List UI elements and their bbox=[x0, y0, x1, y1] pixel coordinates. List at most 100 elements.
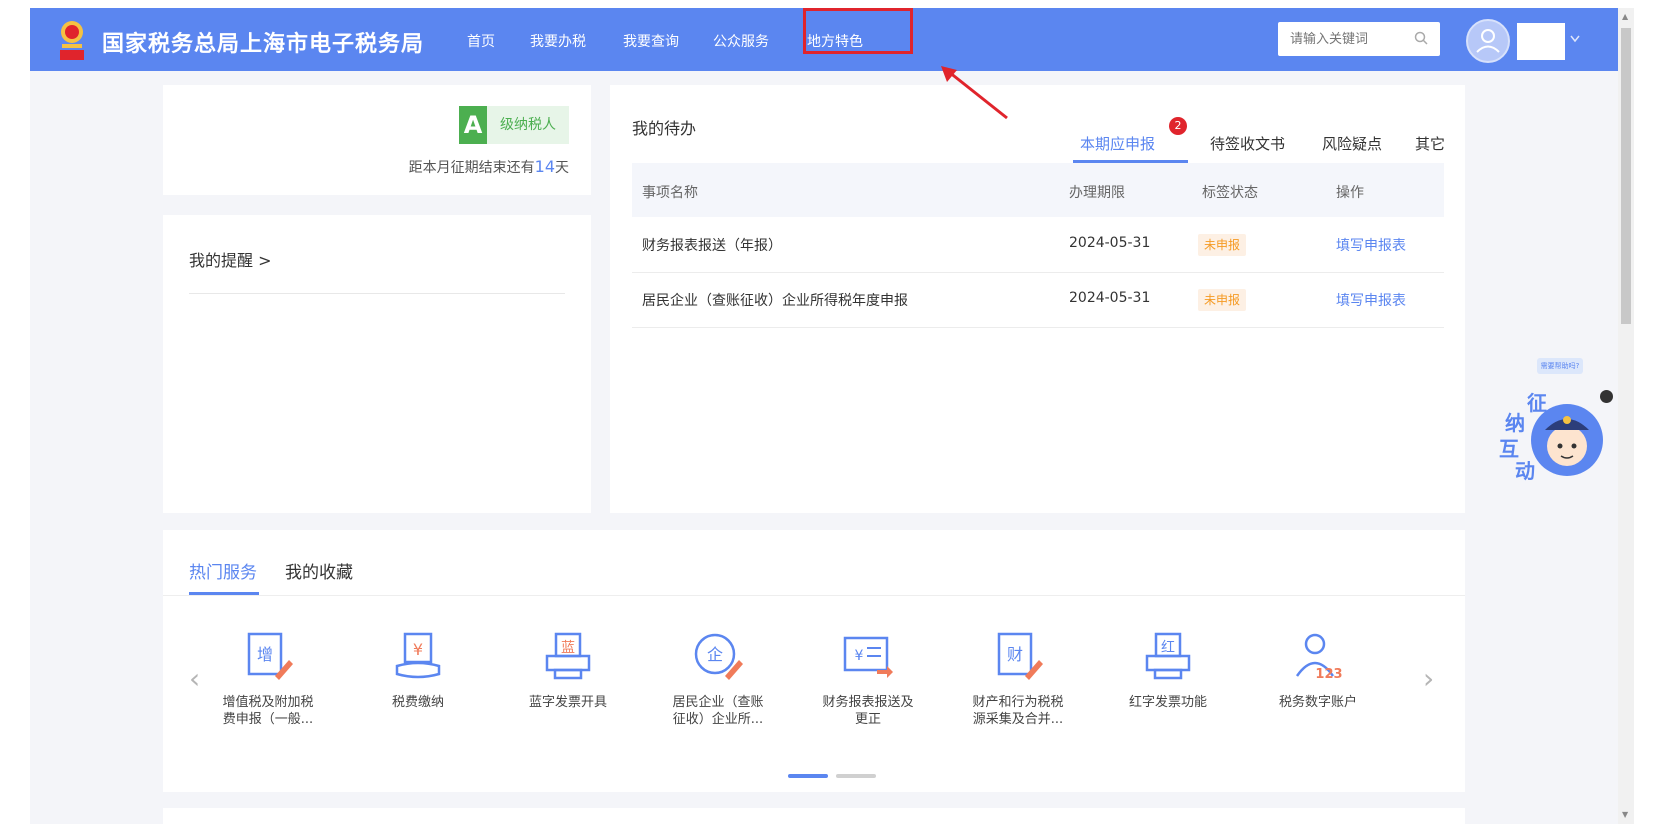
user-name-box[interactable] bbox=[1517, 23, 1565, 60]
fill-declaration-link[interactable]: 填写申报表 bbox=[1336, 290, 1406, 310]
icon-glyph: 企 bbox=[707, 645, 723, 664]
service-label: 税费缴纳 bbox=[391, 695, 444, 710]
service-label: 税务数字账户 bbox=[1278, 695, 1357, 710]
service-property-tax[interactable]: 财 财产和行为税税 源采集及合并... bbox=[953, 630, 1083, 728]
item-deadline: 2024-05-31 bbox=[1069, 235, 1151, 251]
red-invoice-icon: 红 bbox=[1145, 632, 1191, 680]
blue-invoice-icon: 蓝 bbox=[545, 632, 591, 680]
grade-label: 级纳税人 bbox=[487, 106, 569, 144]
financial-report-icon: ¥ bbox=[843, 636, 893, 678]
next-section-card bbox=[163, 808, 1465, 824]
countdown-prefix: 距本月征期结束还有 bbox=[408, 160, 535, 176]
item-deadline: 2024-05-31 bbox=[1069, 290, 1151, 306]
nav-public-service[interactable]: 公众服务 bbox=[713, 31, 769, 51]
deadline-countdown: 距本月征期结束还有14天 bbox=[409, 157, 569, 177]
chevron-down-icon[interactable] bbox=[1570, 35, 1580, 43]
search-input[interactable] bbox=[1288, 22, 1412, 56]
tab-pending-documents[interactable]: 待签收文书 bbox=[1210, 133, 1285, 154]
my-reminders-card: 我的提醒 > bbox=[163, 215, 591, 513]
carousel-next-button[interactable]: › bbox=[1423, 662, 1434, 695]
assistant-char: 征 bbox=[1527, 391, 1547, 415]
status-badge: 未申报 bbox=[1198, 289, 1247, 311]
service-financial-report[interactable]: ¥ 财务报表报送及 更正 bbox=[803, 630, 933, 728]
search-box[interactable] bbox=[1278, 22, 1440, 56]
tab-my-favorites[interactable]: 我的收藏 bbox=[285, 558, 353, 583]
nav-handle-tax[interactable]: 我要办税 bbox=[530, 31, 586, 51]
service-red-invoice[interactable]: 红 红字发票功能 bbox=[1103, 630, 1233, 711]
icon-glyph: 123 bbox=[1315, 667, 1342, 682]
column-header: 办理期限 bbox=[1069, 185, 1125, 201]
item-name: 居民企业（查账征收）企业所得税年度申报 bbox=[642, 293, 908, 309]
service-vat-return[interactable]: 增 增值税及附加税 费申报（一般... bbox=[203, 630, 333, 728]
scroll-down-icon[interactable]: ▼ bbox=[1622, 810, 1628, 819]
carousel-dot-active[interactable] bbox=[788, 774, 828, 778]
service-label: 财务报表报送及 更正 bbox=[822, 695, 914, 727]
reminders-link[interactable]: 我的提醒 > bbox=[189, 247, 272, 271]
user-avatar[interactable] bbox=[1466, 19, 1510, 63]
countdown-days: 14 bbox=[534, 157, 555, 176]
divider bbox=[189, 293, 565, 294]
nav-home[interactable]: 首页 bbox=[467, 31, 495, 51]
service-digital-account[interactable]: 123 税务数字账户 bbox=[1253, 630, 1383, 711]
vat-return-icon: 增 bbox=[247, 632, 293, 680]
grade-letter: A bbox=[459, 106, 487, 144]
column-header: 标签状态 bbox=[1202, 185, 1258, 201]
carousel-prev-button[interactable]: ‹ bbox=[189, 662, 200, 695]
vertical-scrollbar[interactable]: ▲ ▼ bbox=[1618, 8, 1634, 824]
service-blue-invoice[interactable]: 蓝 蓝字发票开具 bbox=[503, 630, 633, 711]
icon-glyph: 蓝 bbox=[561, 640, 575, 656]
table-row: 财务报表报送（年报） 2024-05-31 未申报 填写申报表 bbox=[632, 217, 1444, 273]
my-todo-card: 我的待办 本期应申报 2 待签收文书 风险疑点 其它 事项名称 办理期限 标签状… bbox=[610, 85, 1465, 513]
todo-title: 我的待办 bbox=[632, 119, 697, 138]
icon-glyph: 增 bbox=[257, 645, 273, 664]
scrollbar-thumb[interactable] bbox=[1621, 28, 1631, 324]
countdown-suffix: 天 bbox=[555, 160, 569, 176]
page-viewport: 国家税务总局上海市电子税务局 首页 我要办税 我要查询 公众服务 地方特色 A … bbox=[30, 8, 1618, 824]
fill-declaration-link[interactable]: 填写申报表 bbox=[1336, 235, 1406, 255]
table-header: 事项名称 办理期限 标签状态 操作 bbox=[632, 163, 1444, 217]
assistant-char: 动 bbox=[1515, 459, 1535, 483]
tax-officer-mascot-icon: 纳 征 互 动 bbox=[1499, 391, 1603, 483]
annotation-arrow-icon bbox=[941, 66, 1008, 120]
tax-payment-icon: ¥ bbox=[395, 632, 441, 679]
search-icon[interactable] bbox=[1414, 31, 1428, 45]
tab-hot-services[interactable]: 热门服务 bbox=[189, 558, 257, 583]
site-title: 国家税务总局上海市电子税务局 bbox=[102, 32, 425, 57]
service-enterprise-income-tax[interactable]: 企 居民企业（查账 征收）企业所... bbox=[653, 630, 783, 728]
service-label: 居民企业（查账 征收）企业所... bbox=[672, 695, 764, 727]
service-label: 蓝字发票开具 bbox=[528, 695, 607, 710]
services-card: 热门服务 我的收藏 ‹ › 增 增值税及附加税费申报（一般... ¥ 税费缴纳 bbox=[163, 530, 1465, 792]
service-label: 红字发票功能 bbox=[1128, 695, 1207, 710]
notification-badge: 2 bbox=[1169, 117, 1187, 135]
tab-other[interactable]: 其它 bbox=[1415, 133, 1445, 154]
icon-glyph: ¥ bbox=[413, 640, 423, 659]
close-icon[interactable] bbox=[1600, 390, 1613, 403]
highlight-box bbox=[803, 8, 913, 54]
assistant-char: 纳 bbox=[1505, 411, 1525, 435]
item-name: 财务报表报送（年报） bbox=[642, 238, 782, 254]
icon-glyph: 财 bbox=[1007, 645, 1023, 664]
assistant-widget[interactable]: 需要帮助吗? 纳 征 互 动 bbox=[1497, 358, 1609, 498]
carousel-dot[interactable] bbox=[836, 774, 876, 778]
assistant-char: 互 bbox=[1499, 437, 1519, 461]
status-badge: 未申报 bbox=[1198, 234, 1247, 256]
icon-glyph: ¥ bbox=[855, 648, 864, 664]
icon-glyph: 红 bbox=[1161, 640, 1175, 656]
service-label: 财产和行为税税 源采集及合并... bbox=[972, 695, 1064, 727]
divider bbox=[163, 595, 1465, 596]
tab-current-declaration[interactable]: 本期应申报 bbox=[1080, 133, 1155, 154]
digital-account-icon: 123 bbox=[1295, 633, 1343, 682]
taxpayer-grade-card: A 级纳税人 距本月征期结束还有14天 bbox=[163, 85, 591, 195]
table-row: 居民企业（查账征收）企业所得税年度申报 2024-05-31 未申报 填写申报表 bbox=[632, 272, 1444, 328]
tax-emblem-logo bbox=[60, 21, 84, 60]
service-label: 增值税及附加税 费申报（一般... bbox=[222, 695, 314, 727]
service-tax-payment[interactable]: ¥ 税费缴纳 bbox=[353, 630, 483, 711]
enterprise-tax-icon: 企 bbox=[694, 633, 743, 680]
tab-risk-points[interactable]: 风险疑点 bbox=[1322, 133, 1382, 154]
scroll-up-icon[interactable]: ▲ bbox=[1622, 12, 1628, 21]
user-icon bbox=[1476, 29, 1500, 53]
column-header: 操作 bbox=[1336, 185, 1364, 201]
property-tax-icon: 财 bbox=[997, 632, 1043, 680]
nav-query[interactable]: 我要查询 bbox=[623, 31, 679, 51]
column-header: 事项名称 bbox=[642, 185, 698, 201]
